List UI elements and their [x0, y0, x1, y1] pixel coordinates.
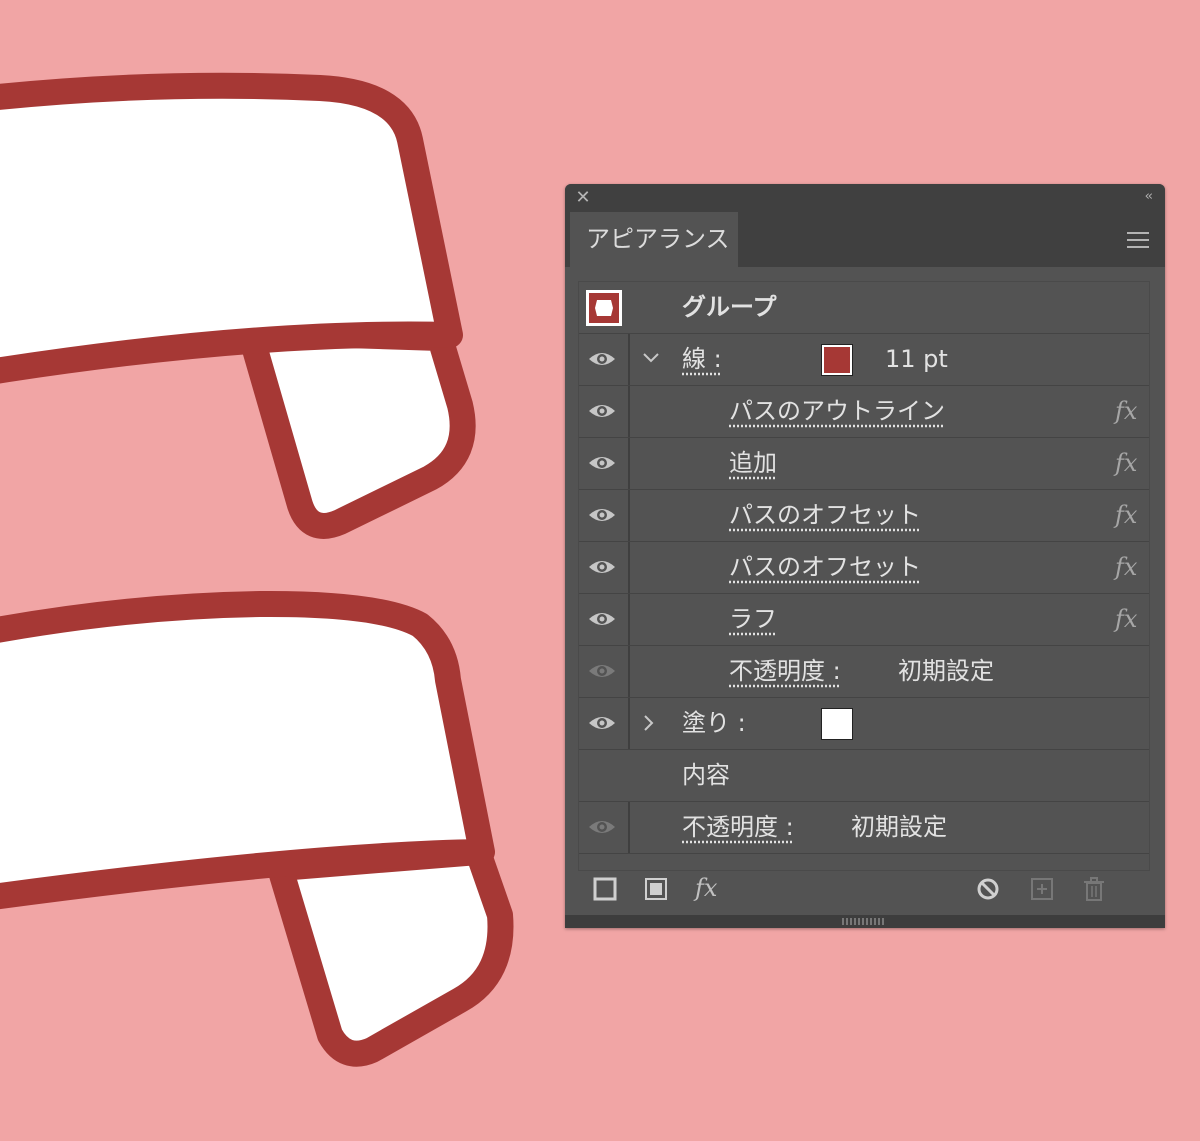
fx-menu-icon[interactable]: fx [695, 868, 725, 902]
eye-icon[interactable] [587, 608, 617, 630]
clear-appearance-icon[interactable] [973, 874, 1003, 904]
group-header-row[interactable]: グループ [579, 282, 1149, 334]
eye-icon[interactable] [587, 348, 617, 370]
panel-resize-bar[interactable] [565, 915, 1165, 928]
appearance-panel: ✕ ‹‹ アピアランス グループ 線 : 11 pt パスのアウトライン fx … [565, 184, 1165, 928]
opacity-label[interactable]: 不透明度 : [682, 802, 794, 853]
effect-row[interactable]: パスのオフセット fx [579, 542, 1149, 594]
panel-titlebar[interactable]: ✕ ‹‹ [565, 184, 1165, 212]
effect-label[interactable]: パスのオフセット [729, 490, 921, 541]
opacity-row[interactable]: 不透明度 : 初期設定 [579, 802, 1149, 854]
fx-icon[interactable]: fx [1115, 438, 1137, 489]
effect-label[interactable]: 追加 [729, 438, 777, 489]
stroke-weight[interactable]: 11 pt [885, 334, 948, 385]
contents-label: 内容 [682, 761, 730, 789]
effect-row[interactable]: パスのオフセット fx [579, 490, 1149, 542]
ribbon-smooth[interactable] [0, 72, 476, 539]
fx-icon[interactable]: fx [1115, 490, 1137, 541]
appearance-list: グループ 線 : 11 pt パスのアウトライン fx 追加 fx パスのオフセ… [578, 281, 1150, 871]
add-new-stroke-icon[interactable] [590, 874, 620, 904]
stroke-opacity-row[interactable]: 不透明度 : 初期設定 [579, 646, 1149, 698]
fill-color-swatch[interactable] [821, 708, 853, 740]
eye-icon[interactable] [587, 400, 617, 422]
chevron-right-icon[interactable] [643, 714, 655, 732]
add-new-fill-icon[interactable] [641, 874, 671, 904]
eye-icon[interactable] [587, 452, 617, 474]
resize-grip-icon[interactable] [842, 918, 884, 925]
stroke-opacity-value: 初期設定 [898, 657, 994, 685]
close-icon[interactable]: ✕ [573, 188, 593, 208]
fx-icon[interactable]: fx [1115, 594, 1137, 645]
effect-row[interactable]: 追加 fx [579, 438, 1149, 490]
fx-icon[interactable]: fx [1115, 386, 1137, 437]
opacity-value: 初期設定 [851, 813, 947, 841]
effect-row[interactable]: ラフ fx [579, 594, 1149, 646]
effect-row[interactable]: パスのアウトライン fx [579, 386, 1149, 438]
eye-icon[interactable] [587, 816, 617, 838]
eye-icon[interactable] [587, 660, 617, 682]
fx-icon[interactable]: fx [1115, 542, 1137, 593]
panel-tabbar: アピアランス [565, 212, 1165, 267]
ribbon-rough[interactable] [0, 590, 514, 1067]
effect-label[interactable]: ラフ [729, 594, 777, 645]
contents-row[interactable]: 内容 [579, 750, 1149, 802]
duplicate-item-icon[interactable] [1027, 874, 1057, 904]
group-label: グループ [682, 293, 777, 321]
fill-row[interactable]: 塗り : [579, 698, 1149, 750]
chevron-down-icon[interactable] [642, 352, 660, 364]
panel-menu-icon[interactable] [1127, 232, 1149, 248]
fill-label[interactable]: 塗り : [682, 698, 746, 749]
effect-label[interactable]: パスのオフセット [729, 542, 921, 593]
stroke-row[interactable]: 線 : 11 pt [579, 334, 1149, 386]
collapse-icon[interactable]: ‹‹ [1145, 190, 1154, 204]
stroke-color-swatch[interactable] [821, 344, 853, 376]
effect-label[interactable]: パスのアウトライン [729, 386, 945, 437]
stroke-label[interactable]: 線 : [682, 334, 722, 385]
eye-icon[interactable] [587, 556, 617, 578]
stroke-opacity-label[interactable]: 不透明度 : [729, 646, 841, 697]
tab-appearance[interactable]: アピアランス [570, 212, 738, 267]
eye-icon[interactable] [587, 504, 617, 526]
trash-icon[interactable] [1079, 874, 1109, 904]
group-thumbnail-icon [586, 290, 622, 326]
eye-icon[interactable] [587, 712, 617, 734]
panel-footer: fx [565, 874, 1165, 914]
